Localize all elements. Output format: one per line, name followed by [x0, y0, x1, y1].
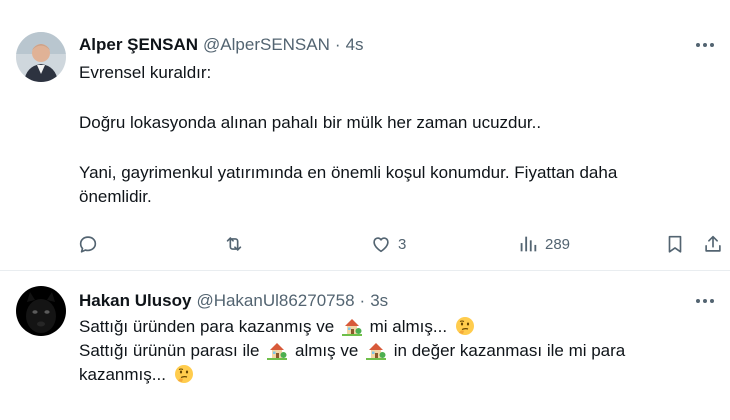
tweet-header: Alper ŞENSAN @AlperSENSAN · 4s: [79, 33, 364, 57]
text-segment: mi almış...: [369, 317, 448, 336]
text-segment: Sattığı üründen para kazanmış ve: [79, 317, 335, 336]
bookmark-button[interactable]: [664, 229, 686, 259]
thinking-face-emoji: [174, 365, 193, 383]
house-with-garden-emoji: [341, 319, 362, 336]
tweet-line: Yani, gayrimenkul yatırımında en önemli …: [79, 163, 618, 182]
user-handle[interactable]: @AlperSENSAN: [203, 35, 330, 55]
retweet-button[interactable]: [223, 229, 245, 259]
like-button[interactable]: 3: [370, 229, 406, 259]
tweet-hakan-ulusoy[interactable]: Hakan Ulusoy @HakanUl86270758 · 3s Sattı…: [0, 271, 730, 420]
text-segment: kazanmış...: [79, 365, 166, 384]
reply-icon: [79, 236, 97, 253]
retweet-icon: [226, 237, 242, 251]
heart-icon: [373, 237, 389, 253]
tweet-header: Hakan Ulusoy @HakanUl86270758 · 3s: [79, 289, 388, 313]
bookmark-icon: [668, 235, 682, 253]
analytics-icon: [520, 236, 537, 252]
avatar-alper-sensan[interactable]: [16, 32, 66, 82]
thinking-face-emoji: [455, 317, 474, 335]
tweet-line: Sattığı ürünün parası ile almış ve in de…: [79, 339, 709, 363]
tweet-alper-sensan[interactable]: Alper ŞENSAN @AlperSENSAN · 4s Evrensel …: [0, 0, 730, 271]
timestamp[interactable]: 4s: [346, 35, 364, 55]
display-name[interactable]: Hakan Ulusoy: [79, 291, 191, 311]
tweet-text: Evrensel kuraldır: Doğru lokasyonda alın…: [79, 61, 709, 209]
share-button[interactable]: [702, 229, 724, 259]
share-icon: [705, 235, 721, 252]
more-horizontal-icon[interactable]: [692, 289, 718, 313]
tweet-line: Evrensel kuraldır:: [79, 63, 212, 82]
display-name[interactable]: Alper ŞENSAN: [79, 35, 198, 55]
separator-dot: ·: [334, 35, 341, 54]
separator-dot: ·: [359, 291, 366, 310]
tweet-line: Sattığı üründen para kazanmış ve mi almı…: [79, 315, 709, 339]
views-button[interactable]: 289: [517, 229, 570, 259]
reply-button[interactable]: [77, 229, 99, 259]
text-segment: almış ve: [294, 341, 359, 360]
tweet-text: Sattığı üründen para kazanmış ve mi almı…: [79, 315, 709, 387]
house-with-garden-emoji: [267, 343, 288, 360]
tweet-actions: 3 289: [75, 229, 730, 259]
more-horizontal-icon[interactable]: [692, 33, 718, 57]
house-with-garden-emoji: [366, 343, 387, 360]
user-handle[interactable]: @HakanUl86270758: [196, 291, 354, 311]
text-segment: Sattığı ürünün parası ile: [79, 341, 260, 360]
avatar-hakan-ulusoy[interactable]: [16, 286, 66, 336]
tweet-line: kazanmış...: [79, 363, 709, 387]
tweet-line: Doğru lokasyonda alınan pahalı bir mülk …: [79, 113, 542, 132]
text-segment: in değer kazanması ile mi para: [393, 341, 626, 360]
timestamp[interactable]: 3s: [370, 291, 388, 311]
tweet-line: önemlidir.: [79, 187, 152, 206]
views-count: 289: [545, 235, 571, 253]
like-count: 3: [398, 235, 407, 253]
